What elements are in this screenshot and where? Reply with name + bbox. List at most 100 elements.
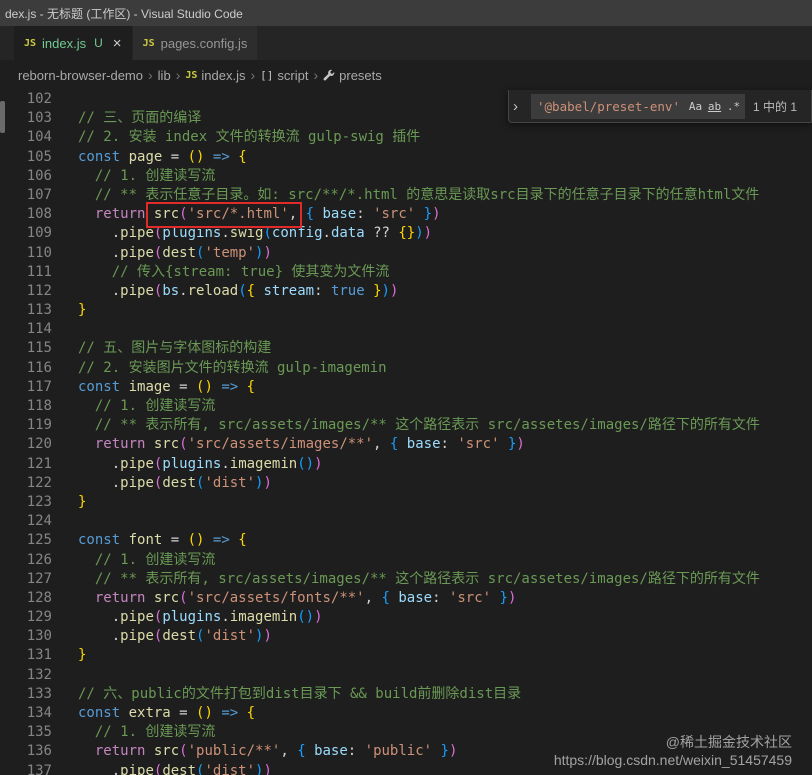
line-number: 113 — [26, 302, 52, 319]
line-number: 136 — [26, 743, 52, 760]
code-text: // ** 表示所有, src/assets/images/** 这个路径表示 … — [78, 570, 760, 587]
line-number: 130 — [26, 628, 52, 645]
code-editor[interactable]: 102 103 // 三、页面的编译 104 // 2. 安装 index 文件的转换流… — [0, 90, 812, 775]
code-line[interactable]: 123} — [0, 493, 812, 512]
code-line[interactable]: 129 .pipe(plugins.imagemin()) — [0, 608, 812, 627]
code-text: .pipe(dest('dist')) — [78, 474, 272, 491]
code-line[interactable]: 119 // ** 表示所有, src/assets/images/** 这个路… — [0, 416, 812, 435]
code-text: return src('src/assets/fonts/**', { base… — [94, 589, 517, 606]
code-text: .pipe(dest('temp')) — [78, 244, 272, 261]
code-text: .pipe(dest('dist')) — [78, 628, 272, 645]
find-results-count: 1 中的 1 — [753, 99, 798, 114]
code-line[interactable]: 104 // 2. 安装 index 文件的转换流 gulp-swig 插件 — [0, 128, 812, 147]
code-text: // 传入{stream: true} 使其变为文件流 — [78, 263, 390, 280]
code-line[interactable]: 120 return src('src/assets/images/**', {… — [0, 435, 812, 454]
line-number: 111 — [26, 263, 52, 280]
code-line[interactable]: 125 const font = () => { — [0, 531, 812, 550]
code-line[interactable]: 121 .pipe(plugins.imagemin()) — [0, 455, 812, 474]
close-icon[interactable]: × — [113, 36, 122, 51]
code-text: } — [78, 493, 87, 510]
breadcrumb-item-lib[interactable]: lib — [158, 68, 171, 83]
tab-label: index.js — [42, 35, 87, 51]
vscode-window: dex.js - 无标题 (工作区) - Visual Studio Code … — [0, 0, 812, 775]
code-line[interactable]: 108 return src('src/*.html', { base: 'sr… — [0, 205, 812, 224]
line-number: 128 — [26, 589, 52, 606]
chevron-right-icon: › — [313, 67, 319, 83]
title-bar: dex.js - 无标题 (工作区) - Visual Studio Code — [0, 0, 812, 26]
code-line[interactable]: 122 .pipe(dest('dist')) — [0, 474, 812, 493]
breadcrumb-item-project[interactable]: reborn-browser-demo — [18, 68, 143, 83]
code-text: // ** 表示所有, src/assets/images/** 这个路径表示 … — [78, 417, 760, 434]
code-line[interactable]: 115 // 五、图片与字体图标的构建 — [0, 339, 812, 358]
line-number: 109 — [26, 225, 52, 242]
code-line[interactable]: 127 // ** 表示所有, src/assets/images/** 这个路… — [0, 570, 812, 589]
symbol-script-icon: [] — [260, 68, 274, 82]
code-line[interactable]: 113} — [0, 301, 812, 320]
code-line[interactable]: 117 const image = () => { — [0, 378, 812, 397]
breadcrumb-item-presets[interactable]: presets — [323, 68, 382, 83]
code-text: // 1. 创建读写流 — [78, 724, 216, 741]
code-line[interactable]: 131} — [0, 646, 812, 665]
whole-word-icon[interactable]: ab — [705, 97, 724, 116]
line-number: 107 — [26, 186, 52, 203]
chevron-right-icon: › — [250, 67, 256, 83]
code-text: .pipe(bs.reload({ stream: true })) — [78, 282, 399, 299]
find-query-text: '@babel/preset-env' — [537, 98, 680, 114]
code-line[interactable]: 134 const extra = () => { — [0, 704, 812, 723]
javascript-file-icon: JS — [24, 37, 37, 49]
code-line[interactable]: 130 .pipe(dest('dist')) — [0, 627, 812, 646]
code-line[interactable]: 110 .pipe(dest('temp')) — [0, 244, 812, 263]
line-number: 120 — [26, 436, 52, 453]
code-line[interactable]: 126 // 1. 创建读写流 — [0, 551, 812, 570]
chevron-right-icon: › — [148, 67, 153, 83]
line-number: 103 — [26, 110, 52, 127]
line-number: 115 — [26, 340, 52, 357]
code-text: } — [78, 302, 87, 319]
code-line[interactable]: 114 — [0, 320, 812, 339]
chevron-right-icon: › — [175, 67, 181, 83]
code-text: const page = () => { — [78, 148, 247, 165]
code-text: .pipe(plugins.imagemin()) — [78, 609, 323, 626]
code-line[interactable]: 112 .pipe(bs.reload({ stream: true })) — [0, 282, 812, 301]
line-number: 135 — [26, 724, 52, 741]
match-case-icon[interactable]: Aa — [686, 97, 705, 116]
code-text: return src('public/**', { base: 'public'… — [94, 743, 458, 760]
tab-index-js[interactable]: JS index.js U × — [14, 26, 133, 60]
watermark-line1: @稀土掘金技术社区 — [665, 734, 792, 750]
breadcrumb-file-label: index.js — [201, 67, 246, 83]
code-line[interactable]: 116 // 2. 安装图片文件的转换流 gulp-imagemin — [0, 359, 812, 378]
code-line[interactable]: 133 // 六、public的文件打包到dist目录下 && build前删除d… — [0, 685, 812, 704]
code-line[interactable]: 124 — [0, 512, 812, 531]
breadcrumb-item-file[interactable]: JS index.js — [185, 68, 245, 83]
toggle-replace-chevron-icon[interactable]: › — [513, 98, 525, 115]
line-number: 123 — [26, 493, 52, 510]
line-number: 137 — [26, 762, 52, 775]
code-line[interactable]: 118 // 1. 创建读写流 — [0, 397, 812, 416]
code-line[interactable]: 105 const page = () => { — [0, 148, 812, 167]
code-line[interactable]: 107 // ** 表示任意子目录。如: src/**/*.html 的意思是读… — [0, 186, 812, 205]
code-text: .pipe(plugins.imagemin()) — [78, 455, 323, 472]
code-line[interactable]: 128 return src('src/assets/fonts/**', { … — [0, 589, 812, 608]
tab-bar: JS index.js U × JS pages.config.js — [0, 26, 812, 60]
code-line[interactable]: 132 — [0, 666, 812, 685]
line-number: 110 — [26, 244, 52, 261]
regex-icon[interactable]: .* — [724, 97, 743, 116]
code-line[interactable]: 111 // 传入{stream: true} 使其变为文件流 — [0, 263, 812, 282]
line-number: 125 — [26, 532, 52, 549]
tab-pages-config-js[interactable]: JS pages.config.js — [132, 26, 259, 60]
code-line[interactable]: 106 // 1. 创建读写流 — [0, 167, 812, 186]
code-text: } — [78, 647, 87, 664]
breadcrumb-item-script[interactable]: [] script — [260, 68, 308, 83]
line-number: 131 — [26, 647, 52, 664]
code-text: // 五、图片与字体图标的构建 — [78, 340, 272, 357]
find-input[interactable]: '@babel/preset-env' Aa ab .* — [531, 93, 745, 119]
line-number: 116 — [26, 359, 52, 376]
javascript-file-icon: JS — [185, 69, 198, 81]
code-text: .pipe(plugins.swig(config.data ?? {})) — [78, 225, 433, 242]
code-text: .pipe(dest('dist')) — [78, 762, 272, 775]
code-area: 102 103 // 三、页面的编译 104 // 2. 安装 index 文件的转换流… — [0, 90, 812, 775]
line-number: 134 — [26, 705, 52, 721]
code-line[interactable]: 109 .pipe(plugins.swig(config.data ?? {}… — [0, 224, 812, 243]
code-text: // 六、public的文件打包到dist目录下 && build前删除dist… — [78, 685, 522, 702]
